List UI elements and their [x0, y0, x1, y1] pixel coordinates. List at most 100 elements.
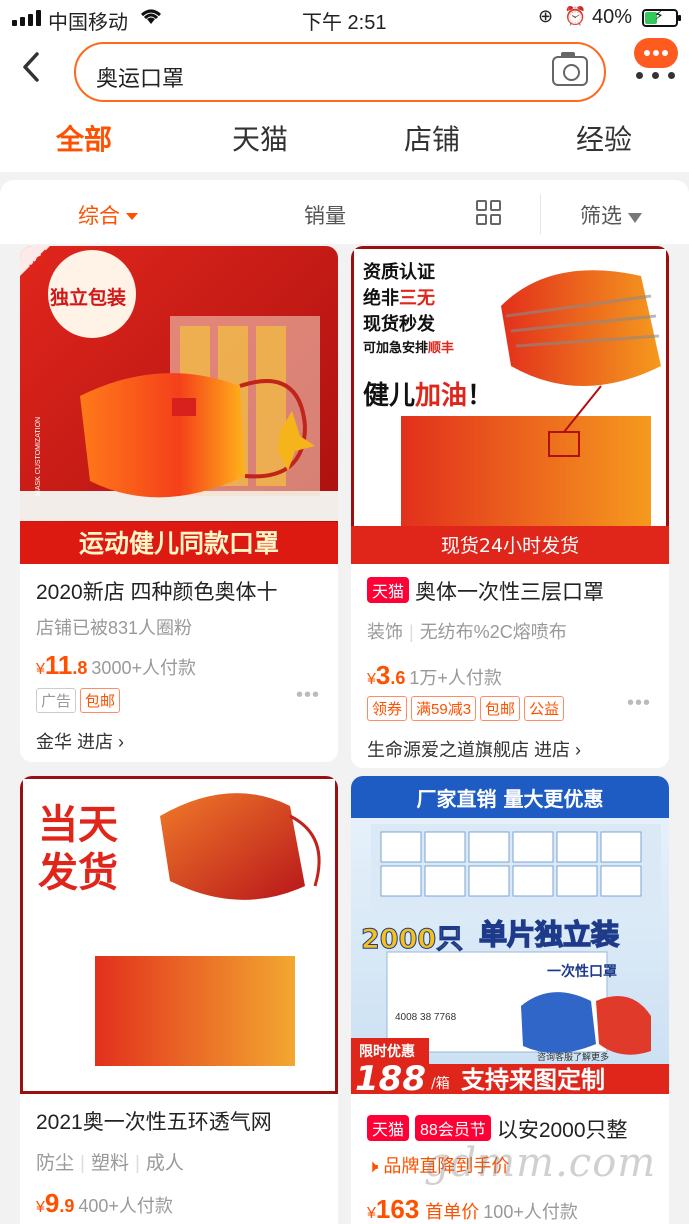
filter-button[interactable]: 筛选	[580, 200, 642, 230]
search-input[interactable]: 奥运口罩	[74, 42, 606, 102]
tag-ad: 广告	[36, 688, 77, 713]
image-quantity: 2000只	[361, 924, 463, 955]
product-card[interactable]: HOT 独立包装 MASK CUSTOMIZATION 运动健儿同款口罩 202…	[20, 246, 338, 762]
price-integer: 3	[375, 660, 391, 690]
image-banner: 运动健儿同款口罩	[79, 529, 279, 558]
product-attributes: 装饰 | 无纺布%2C熔喷布	[367, 622, 567, 642]
search-query: 奥运口罩	[96, 66, 185, 91]
product-card[interactable]: 当天 发货 2021奥一次性五环透气网 防尘 | 塑料 | 成人 ¥9.9 400+人付款	[20, 776, 338, 1224]
price-row: ¥11.8 3000+人付款	[36, 650, 196, 681]
image-side-text: MASK CUSTOMIZATION	[35, 417, 42, 496]
camera-icon[interactable]	[552, 52, 588, 86]
image-line4b: 顺丰	[428, 340, 454, 356]
carrier-label: 中国移动	[48, 12, 128, 34]
tag-free-shipping: 包邮	[480, 696, 521, 721]
speaker-icon: 🕨	[367, 1156, 379, 1176]
currency-symbol: ¥	[36, 661, 45, 678]
image-big-text: 单片独立装	[479, 918, 619, 951]
product-image[interactable]: 当天 发货	[20, 776, 338, 1094]
attr-decoration: 装饰	[367, 622, 403, 642]
attr-plastic: 塑料	[90, 1153, 129, 1174]
tab-shops[interactable]: 店铺	[404, 118, 460, 158]
wifi-icon	[138, 6, 164, 32]
price-decimal: .6	[390, 668, 406, 688]
sort-label: 综合	[78, 205, 120, 228]
tag-charity: 公益	[524, 696, 565, 721]
image-price-big: 188	[355, 1059, 426, 1094]
product-card[interactable]: 资质认证 绝非三无 现货秒发 可加急安排顺丰 健儿加油！ 现货24小时发货 天猫…	[351, 246, 669, 768]
shop-link[interactable]: 生命源爱之道旗舰店 进店 ›	[367, 736, 581, 762]
more-menu-icon[interactable]	[636, 72, 676, 82]
image-badge: 独立包装	[50, 286, 126, 309]
image-line1: 当天	[38, 802, 118, 848]
search-header: 奥运口罩	[0, 36, 689, 110]
tag-free-shipping: 包邮	[80, 688, 121, 713]
more-options-icon[interactable]: •••	[296, 684, 320, 707]
tab-tmall[interactable]: 天猫	[232, 118, 288, 158]
shop-link[interactable]: 金华 进店 ›	[36, 728, 124, 754]
product-title-text: 奥体一次性三层口罩	[415, 581, 605, 604]
product-title-text: 以安2000只整	[496, 1119, 628, 1142]
divider	[540, 194, 541, 234]
product-image[interactable]: 资质认证 绝非三无 现货秒发 可加急安排顺丰 健儿加油！ 现货24小时发货	[351, 246, 669, 564]
filter-bar: 综合 销量 筛选	[0, 180, 689, 244]
tmall-badge: 天猫	[367, 577, 410, 603]
more-options-icon[interactable]: •••	[627, 692, 651, 715]
tab-all[interactable]: 全部	[56, 118, 112, 158]
rotation-lock-icon: ⊕	[538, 6, 554, 26]
tag-row: 广告 包邮	[36, 688, 124, 713]
sort-sales[interactable]: 销量	[304, 200, 346, 230]
tab-experience[interactable]: 经验	[576, 118, 632, 158]
watermark: gdmm.com	[424, 1140, 657, 1186]
currency-symbol: ¥	[367, 671, 376, 688]
currency-symbol: ¥	[36, 1199, 45, 1216]
product-title[interactable]: 天猫 奥体一次性三层口罩	[367, 576, 659, 606]
tmall-badge: 天猫	[367, 1115, 410, 1141]
tag-row: 领券 满59减3 包邮 公益	[367, 696, 568, 721]
image-line2b: 三无	[399, 288, 435, 309]
product-attributes: 防尘 | 塑料 | 成人	[36, 1153, 184, 1174]
tag-coupon[interactable]: 领券	[367, 696, 408, 721]
message-bubble-icon[interactable]	[634, 38, 678, 68]
signal-icon	[12, 10, 42, 26]
sales-count: 400+人付款	[78, 1196, 173, 1216]
image-line4a: 可加急安排	[363, 340, 428, 356]
clock: 下午 2:51	[302, 12, 387, 34]
funnel-icon	[628, 213, 642, 223]
image-line1: 资质认证	[363, 261, 435, 283]
price-row: ¥163 首单价 100+人付款	[367, 1194, 578, 1224]
image-cheer-b: 加油	[415, 381, 467, 411]
image-box-text: 一次性口罩	[547, 963, 617, 980]
product-image[interactable]: 厂家直销 量大更优惠 2000只 单片独立装 一次性口罩 4008 38 776…	[351, 776, 669, 1094]
product-title[interactable]: 2021奥一次性五环透气网	[36, 1106, 328, 1136]
image-cheer-a: 健儿	[363, 381, 415, 411]
battery-icon: ⚡	[642, 7, 681, 27]
tag-discount: 满59减3	[411, 696, 477, 721]
category-tabs: 全部 天猫 店铺 经验	[0, 110, 689, 172]
image-phone: 4008 38 7768	[395, 1012, 457, 1023]
product-image[interactable]: HOT 独立包装 MASK CUSTOMIZATION 运动健儿同款口罩	[20, 246, 338, 564]
image-line3: 现货秒发	[363, 313, 436, 335]
filter-label: 筛选	[580, 205, 622, 228]
image-banner: 现货24小时发货	[441, 535, 579, 557]
alarm-icon: ⏰	[564, 6, 587, 26]
svg-text:可加急安排顺丰: 可加急安排顺丰	[363, 340, 454, 356]
back-arrow-icon[interactable]	[20, 50, 42, 93]
price-integer: 9	[44, 1188, 60, 1218]
image-line2: 发货	[38, 850, 118, 896]
product-title[interactable]: 2020新店 四种颜色奥体十	[36, 576, 328, 606]
price-integer: 11	[44, 650, 73, 680]
grid-view-icon[interactable]	[476, 200, 502, 226]
sales-count: 1万+人付款	[409, 668, 502, 688]
member-day-badge: 88会员节	[415, 1115, 491, 1141]
battery-percent: 40%	[592, 6, 633, 28]
price-integer: 163	[375, 1194, 420, 1224]
price-decimal: .8	[72, 658, 88, 678]
first-order-label: 首单价	[425, 1202, 480, 1222]
sales-count: 100+人付款	[483, 1202, 578, 1222]
sort-comprehensive[interactable]: 综合	[78, 200, 138, 230]
image-limited: 限时优惠	[359, 1043, 415, 1060]
image-per-box: /箱	[431, 1076, 450, 1092]
image-cheer-c: ！	[467, 381, 493, 411]
status-bar: 中国移动 下午 2:51 ⊕ ⏰ 40% ⚡	[0, 0, 689, 36]
